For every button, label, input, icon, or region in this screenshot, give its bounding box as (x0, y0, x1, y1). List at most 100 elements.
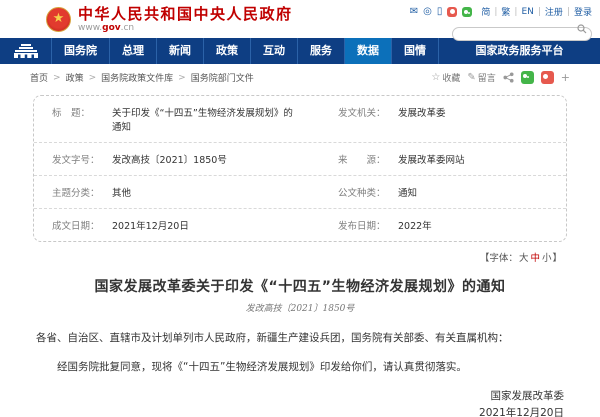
meta-written-date: 成文日期：2021年12月20日 (34, 209, 300, 241)
weibo-icon[interactable] (447, 7, 457, 17)
document-number: 发改高技〔2021〕1850号 (0, 301, 600, 314)
meta-publish-date: 发布日期：2022年 (300, 209, 566, 241)
meta-value: 关于印发《“十四五”生物经济发展规划》的通知 (112, 105, 294, 133)
breadcrumb-current: 国务院部门文件 (191, 71, 254, 84)
signature-block: 国家发展改革委 2021年12月20日 (36, 388, 564, 417)
nav-item-gov-service-platform[interactable]: 国家政务服务平台 (439, 38, 600, 64)
favorite-button[interactable]: ☆收藏 (431, 71, 460, 84)
nav-home-icon[interactable] (0, 38, 52, 64)
font-size-large[interactable]: 大 (519, 253, 529, 264)
share-icon[interactable] (503, 72, 514, 83)
sign-date: 2021年12月20日 (36, 405, 564, 417)
meta-label: 标 题： (52, 105, 112, 133)
gov-cn-page: ★ 中华人民共和国中央人民政府 www.gov.cn ✉ ◎ ▯ 简 | 繁 |… (0, 0, 600, 417)
nav-item-national-conditions[interactable]: 国情 (392, 38, 439, 64)
meta-doc-type: 公文种类：通知 (300, 176, 566, 208)
site-title-block: 中华人民共和国中央人民政府 www.gov.cn (78, 5, 293, 34)
meta-source: 来 源：发展改革委网站 (300, 143, 566, 175)
document-body: 各省、自治区、直辖市及计划单列市人民政府，新疆生产建设兵团，国务院有关部委、有关… (36, 330, 564, 417)
share-wechat-icon[interactable] (521, 71, 534, 84)
nav-item-premier[interactable]: 总理 (110, 38, 157, 64)
share-weibo-icon[interactable] (541, 71, 554, 84)
mail-icon[interactable]: ✉ (410, 6, 418, 17)
meta-row-category: 主题分类：其他 公文种类：通知 (34, 176, 566, 209)
font-widget-prefix: 【字体： (480, 253, 518, 264)
meta-value: 2022年 (398, 218, 432, 232)
document-title: 国家发展改革委关于印发《“十四五”生物经济发展规划》的通知 (0, 276, 600, 296)
login-link[interactable]: 登录 (574, 5, 592, 18)
url-suffix: .cn (121, 23, 135, 33)
meta-label: 发布日期： (338, 218, 398, 232)
pencil-icon: ✎ (467, 72, 475, 83)
breadcrumb-policy-library[interactable]: 国务院政策文件库 (101, 71, 173, 84)
meta-value: 发展改革委 (398, 105, 446, 133)
meta-label: 公文种类： (338, 185, 398, 199)
header-icon-row: ✉ ◎ ▯ 简 | 繁 | EN | 注册 | 登录 (410, 5, 592, 18)
meta-label: 成文日期： (52, 218, 112, 232)
link-separator: | (538, 7, 541, 17)
meta-value: 通知 (398, 185, 417, 199)
nav-item-policy[interactable]: 政策 (204, 38, 251, 64)
nav-item-state-council[interactable]: 国务院 (52, 38, 110, 64)
meta-issuing-agency: 发文机关：发展改革委 (300, 96, 566, 142)
signer: 国家发展改革委 (36, 388, 564, 406)
comment-label: 留言 (478, 71, 496, 84)
wechat-icon[interactable] (462, 7, 472, 17)
site-logo[interactable]: ★ 中华人民共和国中央人民政府 www.gov.cn (46, 5, 293, 34)
nav-item-news[interactable]: 新闻 (157, 38, 204, 64)
font-size-medium[interactable]: 中 (530, 253, 540, 264)
star-icon: ☆ (431, 72, 440, 83)
body-paragraph: 经国务院批复同意，现将《“十四五”生物经济发展规划》印发给你们，请认真贯彻落实。 (36, 359, 564, 375)
breadcrumb-home[interactable]: 首页 (30, 71, 48, 84)
meta-row-title: 标 题：关于印发《“十四五”生物经济发展规划》的通知 发文机关：发展改革委 (34, 96, 566, 143)
font-size-widget: 【字体：大中小】 (0, 250, 562, 264)
meta-row-number: 发文字号：发改高技〔2021〕1850号 来 源：发展改革委网站 (34, 143, 566, 176)
link-separator: | (567, 7, 570, 17)
breadcrumb-policy[interactable]: 政策 (66, 71, 84, 84)
search-icon[interactable] (577, 24, 587, 34)
breadcrumb-separator: > (53, 73, 61, 83)
breadcrumb-separator: > (89, 73, 97, 83)
client-icon[interactable]: ◎ (423, 6, 432, 17)
breadcrumb-row: 首页 > 政策 > 国务院政策文件库 > 国务院部门文件 ☆收藏 ✎留言 + (0, 64, 600, 89)
meta-label: 来 源： (338, 152, 398, 166)
font-widget-suffix: 】 (552, 253, 562, 264)
link-separator: | (514, 7, 517, 17)
meta-value: 2021年12月20日 (112, 218, 189, 232)
meta-title: 标 题：关于印发《“十四五”生物经济发展规划》的通知 (34, 96, 300, 142)
more-icon[interactable]: + (561, 71, 570, 84)
nav-item-services[interactable]: 服务 (298, 38, 345, 64)
meta-topic-category: 主题分类：其他 (34, 176, 300, 208)
font-size-small[interactable]: 小 (542, 253, 552, 264)
meta-value: 其他 (112, 185, 131, 199)
salutation-paragraph: 各省、自治区、直辖市及计划单列市人民政府，新疆生产建设兵团，国务院有关部委、有关… (36, 330, 564, 346)
site-url: www.gov.cn (78, 23, 293, 34)
site-title: 中华人民共和国中央人民政府 (78, 5, 293, 23)
meta-row-dates: 成文日期：2021年12月20日 发布日期：2022年 (34, 209, 566, 241)
nav-item-data[interactable]: 数据 (345, 38, 392, 64)
header-right: ✉ ◎ ▯ 简 | 繁 | EN | 注册 | 登录 (410, 5, 592, 41)
breadcrumb: 首页 > 政策 > 国务院政策文件库 > 国务院部门文件 (30, 71, 254, 84)
lang-simplified-link[interactable]: 简 (481, 5, 490, 18)
search-box (452, 22, 592, 41)
comment-button[interactable]: ✎留言 (467, 71, 495, 84)
favorite-label: 收藏 (442, 71, 460, 84)
main-nav: 国务院 总理 新闻 政策 互动 服务 数据 国情 国家政务服务平台 (0, 38, 600, 64)
search-input[interactable] (452, 27, 592, 41)
tiananmen-icon (13, 44, 39, 58)
mobile-icon[interactable]: ▯ (437, 6, 443, 17)
lang-english-link[interactable]: EN (521, 7, 533, 17)
meta-label: 主题分类： (52, 185, 112, 199)
link-separator: | (494, 7, 497, 17)
meta-label: 发文机关： (338, 105, 398, 133)
register-link[interactable]: 注册 (545, 5, 563, 18)
lang-traditional-link[interactable]: 繁 (501, 5, 510, 18)
document-meta-table: 标 题：关于印发《“十四五”生物经济发展规划》的通知 发文机关：发展改革委 发文… (33, 95, 567, 242)
url-prefix: www. (78, 23, 102, 33)
meta-label: 发文字号： (52, 152, 112, 166)
meta-doc-number: 发文字号：发改高技〔2021〕1850号 (34, 143, 300, 175)
meta-value: 发展改革委网站 (398, 152, 465, 166)
nav-item-interact[interactable]: 互动 (251, 38, 298, 64)
page-actions: ☆收藏 ✎留言 + (431, 71, 570, 84)
breadcrumb-separator: > (178, 73, 186, 83)
